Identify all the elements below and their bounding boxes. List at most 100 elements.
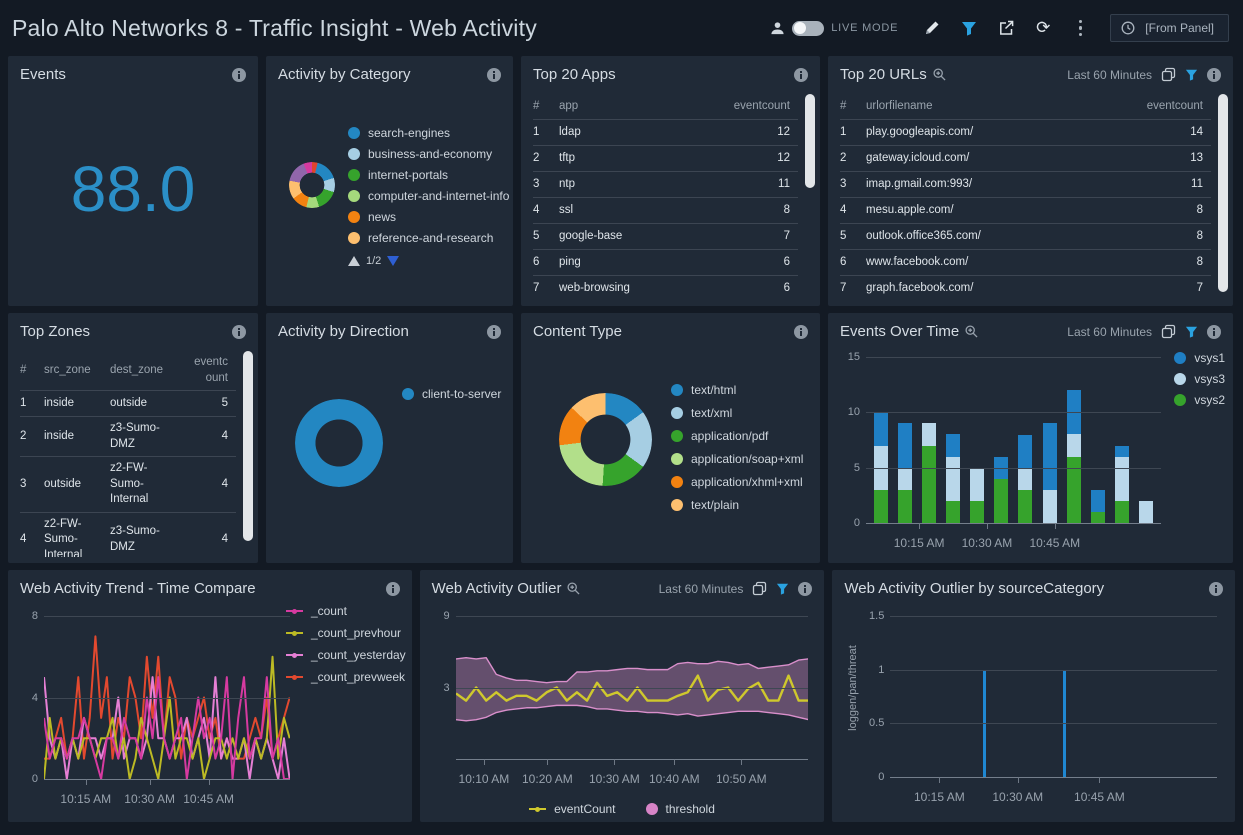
legend-item[interactable]: business-and-economy: [348, 147, 509, 161]
table-row[interactable]: 6www.facebook.com/8: [840, 250, 1211, 276]
copy-panel-icon[interactable]: [1161, 324, 1176, 339]
filter-icon[interactable]: [1185, 326, 1198, 338]
stacked-bar[interactable]: [1115, 357, 1129, 523]
table-row[interactable]: 1ldap12: [533, 120, 798, 146]
table-row[interactable]: 5outlook.office365.com/8: [840, 224, 1211, 250]
zoom-in-icon[interactable]: [567, 582, 580, 595]
stacked-bar[interactable]: [1043, 357, 1057, 523]
content-type-donut-chart[interactable]: [559, 393, 652, 486]
table-row[interactable]: 4ssl8: [533, 198, 798, 224]
info-icon[interactable]: [487, 68, 501, 82]
legend-item[interactable]: news: [348, 210, 509, 224]
table-row[interactable]: 1play.googleapis.com/14: [840, 120, 1211, 146]
legend-item[interactable]: vsys3: [1174, 372, 1225, 386]
live-mode-toggle[interactable]: [792, 21, 824, 36]
table-row[interactable]: 4mesu.apple.com/8: [840, 198, 1211, 224]
table-row[interactable]: 5google-base7: [533, 224, 798, 250]
column-header-app[interactable]: app: [559, 99, 722, 115]
stacked-bar[interactable]: [1139, 357, 1153, 523]
legend-item[interactable]: computer-and-internet-info: [348, 189, 509, 203]
direction-donut-chart[interactable]: [295, 399, 383, 487]
column-header-src_zone[interactable]: src_zone: [44, 363, 110, 379]
legend-item[interactable]: vsys2: [1174, 393, 1225, 407]
stacked-bar[interactable]: [874, 357, 888, 523]
category-donut-chart[interactable]: [289, 162, 335, 208]
table-row[interactable]: 3outsidez2-FW-Sumo-Internal4: [20, 457, 236, 513]
scrollbar-thumb[interactable]: [243, 351, 253, 541]
table-row[interactable]: 3ntp11: [533, 172, 798, 198]
pager-down-icon[interactable]: [387, 256, 399, 266]
info-icon[interactable]: [794, 68, 808, 82]
copy-panel-icon[interactable]: [1161, 67, 1176, 82]
from-panel-button[interactable]: [From Panel]: [1110, 14, 1229, 42]
table-row[interactable]: 7graph.facebook.com/7: [840, 276, 1211, 300]
column-header-eventcount[interactable]: eventcount: [1131, 99, 1211, 115]
legend-item[interactable]: reference-and-research: [348, 231, 509, 245]
refresh-icon[interactable]: ⟳: [1032, 17, 1054, 39]
info-icon[interactable]: [794, 325, 808, 339]
pager-up-icon[interactable]: [348, 256, 360, 266]
legend-item[interactable]: internet-portals: [348, 168, 509, 182]
stacked-bar[interactable]: [1018, 357, 1032, 523]
table-row[interactable]: 6ping6: [533, 250, 798, 276]
info-icon[interactable]: [798, 582, 812, 596]
legend-item[interactable]: eventCount: [529, 802, 615, 816]
column-header-n[interactable]: #: [840, 99, 866, 115]
timerange-label[interactable]: Last 60 Minutes: [1067, 325, 1152, 339]
stacked-bar[interactable]: [922, 357, 936, 523]
stacked-bar[interactable]: [970, 357, 984, 523]
info-icon[interactable]: [487, 325, 501, 339]
info-icon[interactable]: [386, 582, 400, 596]
table-row[interactable]: 3imap.gmail.com:993/11: [840, 172, 1211, 198]
share-icon[interactable]: [995, 17, 1017, 39]
more-menu-icon[interactable]: [1069, 17, 1091, 39]
info-icon[interactable]: [1207, 68, 1221, 82]
stacked-bar[interactable]: [898, 357, 912, 523]
table-row[interactable]: 7web-browsing6: [533, 276, 798, 300]
info-icon[interactable]: [232, 68, 246, 82]
column-header-n[interactable]: #: [20, 363, 44, 379]
column-header-eventcount[interactable]: eventcount: [188, 355, 236, 386]
filter-icon[interactable]: [1185, 69, 1198, 81]
scrollbar-thumb[interactable]: [1218, 94, 1228, 292]
filter-icon[interactable]: [958, 17, 980, 39]
stacked-bar[interactable]: [1091, 357, 1105, 523]
zoom-in-icon[interactable]: [965, 325, 978, 338]
legend-item[interactable]: vsys1: [1174, 351, 1225, 365]
zoom-in-icon[interactable]: [933, 68, 946, 81]
column-header-eventcount[interactable]: eventcount: [722, 99, 798, 115]
legend-item[interactable]: text/xml: [671, 406, 803, 420]
table-row[interactable]: 4z2-FW-Sumo-Internalz3-Sumo-DMZ4: [20, 513, 236, 557]
legend-item[interactable]: _count_yesterday: [286, 648, 406, 662]
legend-item[interactable]: application/xhml+xml: [671, 475, 803, 489]
edit-icon[interactable]: [921, 17, 943, 39]
legend-item[interactable]: text/plain: [671, 498, 803, 512]
legend-item[interactable]: search-engines: [348, 126, 509, 140]
legend-item[interactable]: application/pdf: [671, 429, 803, 443]
user-icon[interactable]: [770, 21, 785, 36]
table-row[interactable]: 2insidez3-Sumo-DMZ4: [20, 417, 236, 457]
legend-item[interactable]: _count_prevhour: [286, 626, 406, 640]
column-header-urlorfilename[interactable]: urlorfilename: [866, 99, 1131, 115]
stacked-bar[interactable]: [994, 357, 1008, 523]
filter-icon[interactable]: [776, 583, 789, 595]
table-row[interactable]: 2gateway.icloud.com/13: [840, 146, 1211, 172]
legend-item[interactable]: _count: [286, 604, 406, 618]
scrollbar-thumb[interactable]: [805, 94, 815, 188]
info-icon[interactable]: [1207, 325, 1221, 339]
column-header-dest_zone[interactable]: dest_zone: [110, 363, 188, 379]
legend-item[interactable]: text/html: [671, 383, 803, 397]
legend-item[interactable]: threshold: [646, 802, 715, 816]
column-header-n[interactable]: #: [533, 99, 559, 115]
copy-panel-icon[interactable]: [752, 581, 767, 596]
legend-item[interactable]: _count_prevweek: [286, 670, 406, 684]
legend-item[interactable]: client-to-server: [402, 387, 501, 401]
timerange-label[interactable]: Last 60 Minutes: [659, 582, 744, 596]
table-row[interactable]: 2tftp12: [533, 146, 798, 172]
info-icon[interactable]: [1209, 582, 1223, 596]
legend-item[interactable]: application/soap+xml: [671, 452, 803, 466]
timerange-label[interactable]: Last 60 Minutes: [1067, 68, 1152, 82]
info-icon[interactable]: [232, 325, 246, 339]
table-row[interactable]: 1insideoutside5: [20, 391, 236, 417]
stacked-bar[interactable]: [946, 357, 960, 523]
